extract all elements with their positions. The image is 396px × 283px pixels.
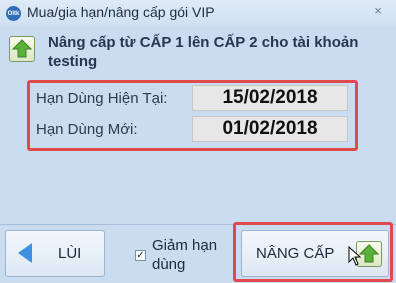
new-expiry-value: 01/02/2018	[192, 116, 348, 142]
back-arrow-icon	[18, 243, 32, 263]
title-bar[interactable]: Oltk Mua/gia hạn/nâng cấp gói VIP ×	[0, 0, 396, 26]
close-button[interactable]: ×	[370, 3, 386, 19]
window-title: Mua/gia hạn/nâng cấp gói VIP	[27, 4, 215, 20]
upgrade-arrow-icon	[9, 36, 35, 62]
dialog-window: Oltk Mua/gia hạn/nâng cấp gói VIP × Nâng…	[0, 0, 396, 283]
current-expiry-label: Hạn Dùng Hiện Tại:	[36, 90, 168, 107]
reduce-expiry-checkbox[interactable]: ✓	[135, 250, 146, 261]
back-button[interactable]: LÙI	[5, 230, 105, 277]
close-icon: ×	[374, 3, 382, 18]
reduce-expiry-label[interactable]: Giảm hạn dùng	[152, 236, 232, 274]
upgrade-button-label: NÂNG CẤP	[256, 245, 335, 262]
back-button-label: LÙI	[58, 245, 82, 262]
dialog-headline: Nâng cấp từ CẤP 1 lên CẤP 2 cho tài khoả…	[48, 34, 359, 70]
mouse-cursor-icon	[348, 246, 362, 266]
current-expiry-value: 15/02/2018	[192, 85, 348, 111]
upgrade-button[interactable]: NÂNG CẤP	[241, 230, 389, 277]
app-icon: Oltk	[6, 6, 21, 21]
new-expiry-label: Hạn Dùng Mới:	[36, 121, 138, 138]
